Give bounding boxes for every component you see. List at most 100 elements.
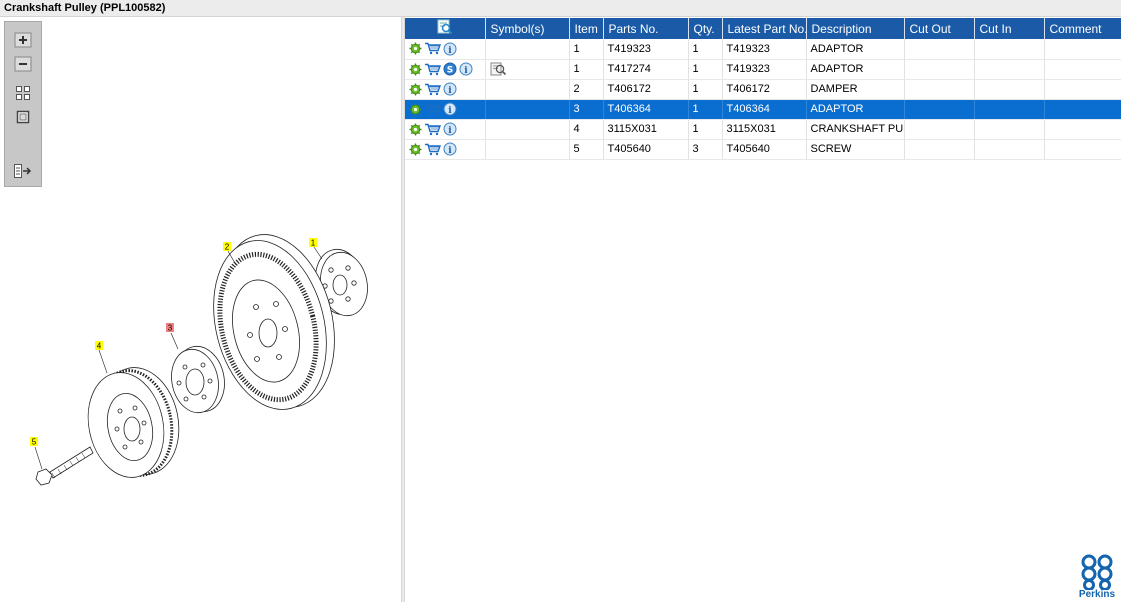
info-icon[interactable]: i xyxy=(443,102,457,116)
symbols-cell xyxy=(485,99,570,120)
info-icon[interactable]: i xyxy=(459,62,473,76)
qty-cell: 1 xyxy=(688,99,723,120)
description-cell: DAMPER xyxy=(806,79,905,100)
comment-cell xyxy=(1044,59,1121,80)
actual-size-icon[interactable] xyxy=(13,108,33,126)
column-header-cut-out[interactable]: Cut Out xyxy=(904,18,975,39)
configure-gear-icon[interactable] xyxy=(409,123,422,136)
configure-gear-icon[interactable] xyxy=(409,63,422,76)
column-header-comment[interactable]: Comment xyxy=(1044,18,1121,39)
callout-1[interactable]: 1 xyxy=(309,238,317,248)
item-cell: 3 xyxy=(569,99,604,120)
info-icon[interactable]: i xyxy=(443,82,457,96)
parts-no-cell[interactable]: T405640 xyxy=(603,139,689,160)
svg-text:i: i xyxy=(448,106,452,116)
row-actions-cell: Si xyxy=(405,59,486,80)
item-cell: 4 xyxy=(569,119,604,140)
parts-no-cell[interactable]: T419323 xyxy=(603,39,689,60)
latest-part-no-cell[interactable]: T406172 xyxy=(722,79,807,100)
comment-cell xyxy=(1044,139,1121,160)
exploded-parts-diagram: 1 2 3 4 5 xyxy=(30,234,368,486)
table-row[interactable]: i 5 T405640 3 T405640 SCREW xyxy=(405,139,1121,160)
viewer-toolbox xyxy=(4,21,42,187)
cut-in-cell xyxy=(974,119,1045,140)
cut-in-cell xyxy=(974,99,1045,120)
symbols-cell xyxy=(485,119,570,140)
item-cell: 5 xyxy=(569,139,604,160)
comment-cell xyxy=(1044,99,1121,120)
table-row[interactable]: i 2 T406172 1 T406172 DAMPER xyxy=(405,79,1121,100)
column-header-symbols[interactable]: Symbol(s) xyxy=(485,18,570,39)
column-header-item[interactable]: Item xyxy=(569,18,604,39)
svg-text:i: i xyxy=(448,126,452,136)
configure-gear-icon[interactable] xyxy=(409,42,422,55)
item-cell: 1 xyxy=(569,59,604,80)
latest-part-no-cell[interactable]: 3115X031 xyxy=(722,119,807,140)
supersession-s-icon[interactable]: S xyxy=(443,62,457,76)
table-row[interactable]: i43115X03113115X031CRANKSHAFT PULL xyxy=(405,119,1121,140)
brand-name: Perkins xyxy=(1078,589,1116,600)
table-row[interactable]: i 3 T406364 1 T406364 ADAPTOR xyxy=(405,99,1121,120)
description-cell: ADAPTOR xyxy=(806,99,905,120)
cut-out-cell xyxy=(904,79,975,100)
description-cell: SCREW xyxy=(806,139,905,160)
add-to-cart-icon[interactable] xyxy=(424,123,441,136)
parts-no-cell[interactable]: T417274 xyxy=(603,59,689,80)
cut-in-cell xyxy=(974,39,1045,60)
info-icon[interactable]: i xyxy=(443,42,457,56)
column-header-qty[interactable]: Qty. xyxy=(688,18,723,39)
export-icon[interactable] xyxy=(13,162,33,180)
item-cell: 1 xyxy=(569,39,604,60)
parts-no-cell[interactable]: 3115X031 xyxy=(603,119,689,140)
column-header-actions[interactable] xyxy=(405,18,486,39)
column-header-description[interactable]: Description xyxy=(806,18,905,39)
row-actions-cell: i xyxy=(405,99,486,120)
parts-no-cell[interactable]: T406172 xyxy=(603,79,689,100)
add-to-cart-icon[interactable] xyxy=(424,143,441,156)
info-icon[interactable]: i xyxy=(443,142,457,156)
configure-gear-icon[interactable] xyxy=(409,143,422,156)
cut-out-cell xyxy=(904,99,975,120)
callout-label: 5 xyxy=(32,438,37,447)
symbol-lookup-icon[interactable] xyxy=(490,62,507,76)
search-document-icon[interactable] xyxy=(436,19,454,38)
configure-gear-icon[interactable] xyxy=(409,103,422,116)
comment-cell xyxy=(1044,119,1121,140)
cut-out-cell xyxy=(904,119,975,140)
column-header-parts-no[interactable]: Parts No. xyxy=(603,18,689,39)
info-icon[interactable]: i xyxy=(443,122,457,136)
callout-3[interactable]: 3 xyxy=(166,323,174,333)
zoom-in-icon[interactable] xyxy=(13,31,33,49)
cut-out-cell xyxy=(904,39,975,60)
table-row[interactable]: Si 1 T417274 1 T419323 ADAPTOR xyxy=(405,59,1121,80)
zoom-out-icon[interactable] xyxy=(13,55,33,73)
svg-text:S: S xyxy=(447,66,453,76)
cut-in-cell xyxy=(974,59,1045,80)
add-to-cart-icon[interactable] xyxy=(424,103,441,116)
add-to-cart-icon[interactable] xyxy=(424,83,441,96)
callout-2[interactable]: 2 xyxy=(223,242,231,252)
symbols-cell xyxy=(485,59,570,80)
row-actions-cell: i xyxy=(405,39,486,60)
latest-part-no-cell[interactable]: T419323 xyxy=(722,39,807,60)
callout-5[interactable]: 5 xyxy=(30,437,38,447)
parts-no-cell[interactable]: T406364 xyxy=(603,99,689,120)
description-cell: ADAPTOR xyxy=(806,59,905,80)
latest-part-no-cell[interactable]: T405640 xyxy=(722,139,807,160)
latest-part-no-cell[interactable]: T406364 xyxy=(722,99,807,120)
window-title: Crankshaft Pulley (PPL100582) xyxy=(0,0,1121,17)
column-header-latest-part-no[interactable]: Latest Part No. xyxy=(722,18,807,39)
cut-in-cell xyxy=(974,139,1045,160)
add-to-cart-icon[interactable] xyxy=(424,63,441,76)
latest-part-no-cell[interactable]: T419323 xyxy=(722,59,807,80)
qty-cell: 3 xyxy=(688,139,723,160)
column-header-cut-in[interactable]: Cut In xyxy=(974,18,1045,39)
cut-out-cell xyxy=(904,139,975,160)
part-5-screw-drawing[interactable] xyxy=(35,446,94,486)
callout-4[interactable]: 4 xyxy=(95,341,103,351)
add-to-cart-icon[interactable] xyxy=(424,42,441,55)
fit-grid-icon[interactable] xyxy=(13,84,33,102)
table-row[interactable]: i 1 T419323 1 T419323 ADAPTOR xyxy=(405,39,1121,60)
table-header-row: Symbol(s) Item Parts No. Qty. Latest Par… xyxy=(405,18,1121,39)
configure-gear-icon[interactable] xyxy=(409,83,422,96)
